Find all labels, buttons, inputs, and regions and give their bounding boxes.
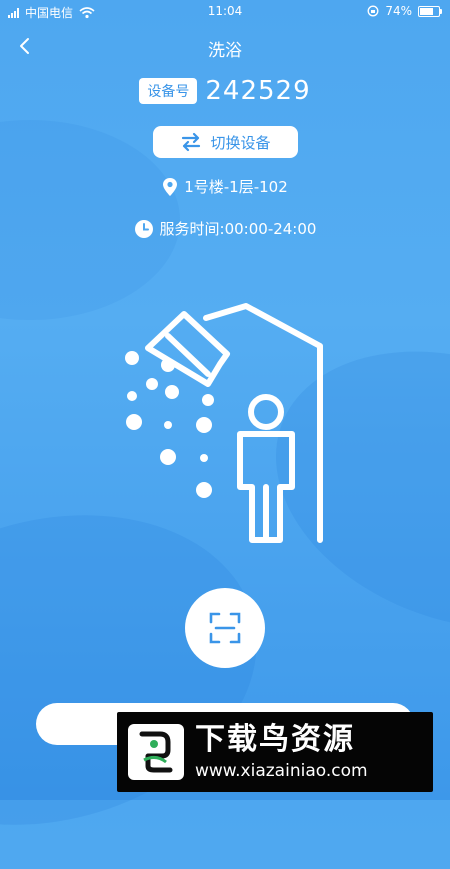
scan-button[interactable] [185,588,265,668]
battery-icon [418,5,442,17]
watermark-banner: 下载鸟资源 www.xiazainiao.com [117,712,433,792]
service-time-text: 服务时间:00:00-24:00 [159,220,317,238]
device-number: 242529 [205,76,311,106]
location-row: 1号楼-1层-102 [0,176,450,197]
watermark-logo [125,721,187,783]
scan-frame-icon [209,612,241,644]
location-pin-icon [163,177,178,196]
switch-device-label: 切换设备 [210,133,271,152]
swap-arrows-icon [182,132,201,152]
battery-level [420,7,434,15]
bird-logo-icon [128,724,184,780]
watermark-url: www.xiazainiao.com [195,761,368,781]
page-title: 洗浴 [208,41,242,61]
shower-person-icon [125,303,323,543]
nav-bar: 洗浴 [0,28,450,64]
device-info: 设备号 242529 [0,76,450,106]
clock-icon [134,219,153,238]
location-text: 1号楼-1层-102 [184,178,288,196]
watermark-title: 下载鸟资源 [195,722,355,757]
switch-device-button[interactable]: 切换设备 [153,126,298,158]
device-badge: 设备号 [139,78,198,104]
battery-percent: 74% [385,4,412,18]
status-bar: 中国电信 11:04 74% [0,0,450,24]
service-time-row: 服务时间:00:00-24:00 [0,218,450,239]
rotation-lock-icon [367,5,379,17]
